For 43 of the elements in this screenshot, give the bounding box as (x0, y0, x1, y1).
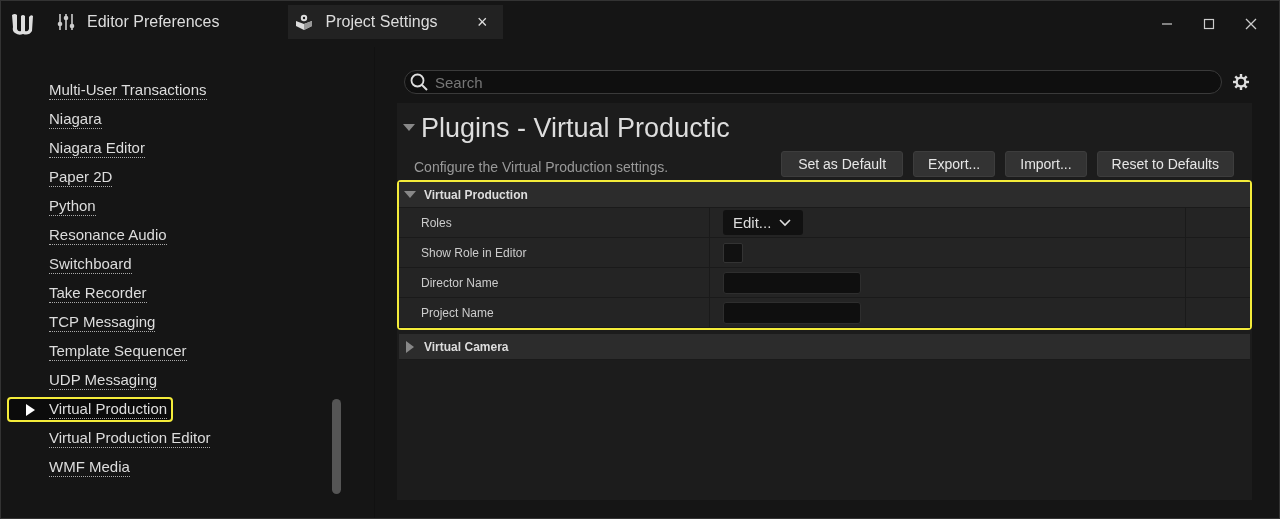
settings-icon (1232, 73, 1250, 91)
sliders-icon (57, 13, 75, 31)
sidebar-item[interactable]: Switchboard (7, 252, 138, 277)
scrollbar[interactable] (332, 399, 341, 494)
tab[interactable]: Editor Preferences (49, 5, 232, 39)
sidebar-item[interactable]: WMF Media (7, 455, 136, 480)
sidebar-item[interactable]: UDP Messaging (7, 368, 164, 393)
play-icon (25, 403, 35, 416)
property-label: Director Name (421, 275, 499, 290)
page-title: Plugins - Virtual Productic (421, 112, 730, 144)
checkbox[interactable] (723, 242, 743, 263)
sidebar-item[interactable]: Resonance Audio (7, 223, 173, 248)
sidebar-item[interactable]: Paper 2D (7, 165, 119, 190)
property-label: Show Role in Editor (421, 245, 527, 260)
action-button[interactable]: Export... (913, 151, 996, 177)
tab[interactable]: Project Settings × (287, 5, 503, 39)
search-field[interactable]: Search (404, 70, 1222, 94)
section-header[interactable]: Virtual Production (399, 182, 1250, 208)
sidebar-item[interactable]: Niagara (7, 107, 108, 132)
sidebar-item[interactable]: TCP Messaging (7, 310, 162, 335)
cube-gear-icon (293, 13, 314, 31)
dropdown[interactable]: Edit... (723, 210, 804, 235)
sidebar-item[interactable]: Niagara Editor (7, 136, 151, 161)
engine-logo (9, 11, 35, 37)
sidebar-item[interactable]: Python (7, 194, 102, 219)
text-field[interactable] (723, 301, 861, 324)
action-button[interactable]: Reset to Defaults (1096, 151, 1234, 177)
property-label: Roles (421, 215, 452, 230)
description: Configure the Virtual Production settings. (414, 159, 669, 177)
sidebar-item[interactable]: Template Sequencer (7, 339, 193, 364)
sidebar-item[interactable]: Virtual Production (7, 397, 174, 422)
sidebar-item[interactable]: Virtual Production Editor (7, 426, 217, 451)
close-button[interactable]: × (474, 11, 491, 33)
sidebar-item[interactable]: Take Recorder (7, 281, 153, 306)
sidebar-item[interactable]: Multi-User Transactions (7, 78, 213, 103)
chevron-icon (779, 218, 792, 227)
text-field[interactable] (723, 271, 861, 294)
close-icon (1245, 18, 1257, 30)
property-label: Project Name (421, 305, 494, 320)
action-button[interactable]: Set as Default (781, 151, 904, 177)
maximize-icon (1203, 18, 1215, 30)
section-header[interactable]: Virtual Camera (399, 334, 1250, 360)
action-button[interactable]: Import... (1005, 151, 1087, 177)
